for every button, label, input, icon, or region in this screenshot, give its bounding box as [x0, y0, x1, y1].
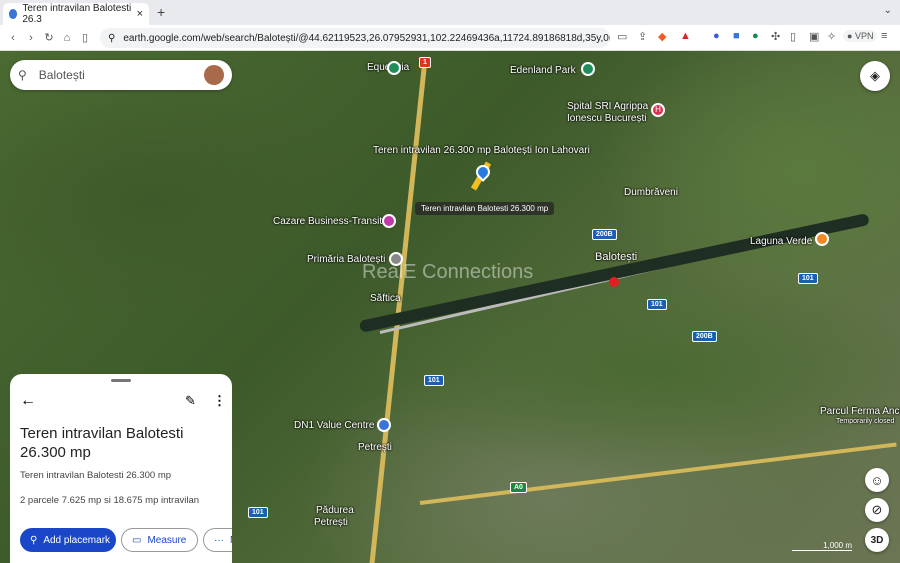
route-shield: 101 — [248, 507, 268, 518]
forward-icon[interactable]: › — [22, 32, 40, 44]
map-label-status: Temporarily closed — [836, 418, 894, 425]
sidebar-icon[interactable]: ▯ — [790, 30, 796, 43]
map-label[interactable]: Parcul Ferma Ancu — [820, 406, 900, 417]
grammarly-icon[interactable]: ● — [752, 30, 759, 42]
route-shield: 101 — [424, 375, 444, 386]
more-options-icon[interactable]: ⋮ — [213, 393, 226, 409]
measure-button[interactable]: ▭ Measure — [121, 528, 198, 552]
brave-rewards-icon[interactable]: ▲ — [680, 30, 691, 42]
map-label[interactable]: Săftica — [370, 293, 401, 304]
location-pin-icon[interactable] — [609, 277, 619, 287]
back-arrow-icon[interactable]: ← — [20, 392, 36, 410]
cast-icon[interactable]: ▭ — [617, 30, 627, 43]
address-bar[interactable]: ⚲ earth.google.com/web/search/Balotești/@… — [100, 28, 610, 48]
avatar[interactable] — [204, 65, 224, 85]
route-shield: 101 — [798, 273, 818, 284]
translate-icon[interactable]: ■ — [733, 30, 740, 42]
3d-toggle-button[interactable]: 3D — [865, 528, 889, 552]
more-label: M — [230, 535, 232, 546]
home-icon[interactable]: ⌂ — [58, 32, 76, 44]
map-label[interactable]: Balotești — [595, 251, 637, 263]
route-shield: A0 — [510, 482, 527, 493]
share-icon[interactable]: ⇪ — [638, 30, 647, 43]
compass-reset-icon[interactable]: ⊘ — [865, 498, 889, 522]
placemark-title: Teren intravilan Balotesti 26.300 mp — [20, 424, 225, 462]
tab-bar: Teren intravilan Balotesti 26.3 × + ⌄ — [0, 0, 900, 25]
shopping-poi-icon[interactable] — [377, 418, 391, 432]
browser-toolbar: ‹ › ↻ ⌂ ▯ ⚲ earth.google.com/web/search/B… — [0, 25, 900, 51]
add-placemark-button[interactable]: ⚲ Add placemark — [20, 528, 116, 552]
park-poi-icon[interactable] — [387, 61, 401, 75]
wallet-icon[interactable]: ▣ — [809, 30, 819, 43]
bookmark-icon[interactable]: ▯ — [76, 31, 94, 44]
extensions-icon[interactable]: ✣ — [771, 30, 780, 43]
more-button[interactable]: ··· M — [203, 528, 232, 552]
url-text: earth.google.com/web/search/Balotești/@4… — [123, 33, 610, 44]
tab-list-chevron-icon[interactable]: ⌄ — [884, 5, 892, 16]
placemark-description: 2 parcele 7.625 mp si 18.675 mp intravil… — [20, 495, 199, 506]
tab-title: Teren intravilan Balotesti 26.3 — [22, 3, 131, 25]
map-label[interactable]: DN1 Value Centre — [294, 420, 374, 431]
hotel-poi-icon[interactable] — [382, 214, 396, 228]
park-poi-icon[interactable] — [581, 62, 595, 76]
map-label[interactable]: Ionescu București — [567, 113, 647, 124]
edit-pencil-icon[interactable]: ✎ — [185, 393, 196, 409]
brave-shield-icon[interactable]: ◆ — [658, 30, 666, 43]
reload-icon[interactable]: ↻ — [40, 31, 58, 44]
placemark-panel: ← ✎ ⋮ Teren intravilan Balotesti 26.300 … — [10, 374, 232, 563]
measure-label: Measure — [147, 535, 186, 546]
map-layers-icon[interactable]: ◈ — [860, 61, 890, 91]
road-a0 — [420, 443, 897, 505]
restaurant-poi-icon[interactable] — [815, 232, 829, 246]
pin-icon: ⚲ — [30, 535, 37, 546]
map-label[interactable]: Cazare Business-Transit — [273, 216, 382, 227]
search-icon: ⚲ — [18, 68, 27, 82]
menu-icon[interactable]: ≡ — [881, 30, 887, 42]
hover-tooltip: Teren intravilan Balotesti 26.300 mp — [415, 202, 554, 215]
new-tab-button[interactable]: + — [157, 4, 165, 20]
leo-icon[interactable]: ✧ — [827, 30, 836, 43]
map-label[interactable]: Laguna Verde — [750, 236, 812, 247]
hospital-poi-icon[interactable]: H — [651, 103, 665, 117]
map-label[interactable]: Pădurea — [316, 505, 354, 516]
map-label[interactable]: Teren intravilan 26.300 mp Balotești Ion… — [373, 145, 590, 156]
tab-active[interactable]: Teren intravilan Balotesti 26.3 × — [3, 3, 149, 25]
map-label[interactable]: Edenland Park — [510, 65, 576, 76]
map-label[interactable]: Petrești — [358, 442, 392, 453]
route-shield: 200B — [592, 229, 617, 240]
earth-favicon-icon — [9, 9, 17, 19]
map-label[interactable]: Dumbrăveni — [624, 187, 678, 198]
watermark: RealE Connections — [362, 261, 533, 284]
ruler-icon: ▭ — [132, 535, 141, 546]
scale-bar: 1,000 m — [792, 541, 852, 551]
ellipsis-icon: ··· — [214, 535, 224, 546]
route-shield: 200B — [692, 331, 717, 342]
placemark-subtitle: Teren intravilan Balotesti 26.300 mp — [20, 470, 171, 481]
route-shield: 1 — [419, 57, 431, 68]
extension-icon[interactable]: ● — [713, 30, 720, 42]
pegman-icon[interactable]: ☺ — [865, 468, 889, 492]
map-label[interactable]: Spital SRI Agrippa — [567, 101, 648, 112]
search-bar[interactable]: ⚲ Balotești — [10, 60, 232, 90]
vpn-label: VPN — [855, 31, 874, 41]
route-shield: 101 — [647, 299, 667, 310]
map-label[interactable]: Petrești — [314, 517, 348, 528]
drag-handle[interactable] — [111, 379, 131, 382]
add-placemark-label: Add placemark — [43, 535, 110, 546]
site-settings-icon[interactable]: ⚲ — [108, 33, 115, 44]
search-input[interactable]: Balotești — [39, 68, 85, 82]
vpn-button[interactable]: ● VPN — [843, 30, 877, 42]
back-icon[interactable]: ‹ — [4, 32, 22, 44]
close-tab-icon[interactable]: × — [137, 8, 143, 20]
